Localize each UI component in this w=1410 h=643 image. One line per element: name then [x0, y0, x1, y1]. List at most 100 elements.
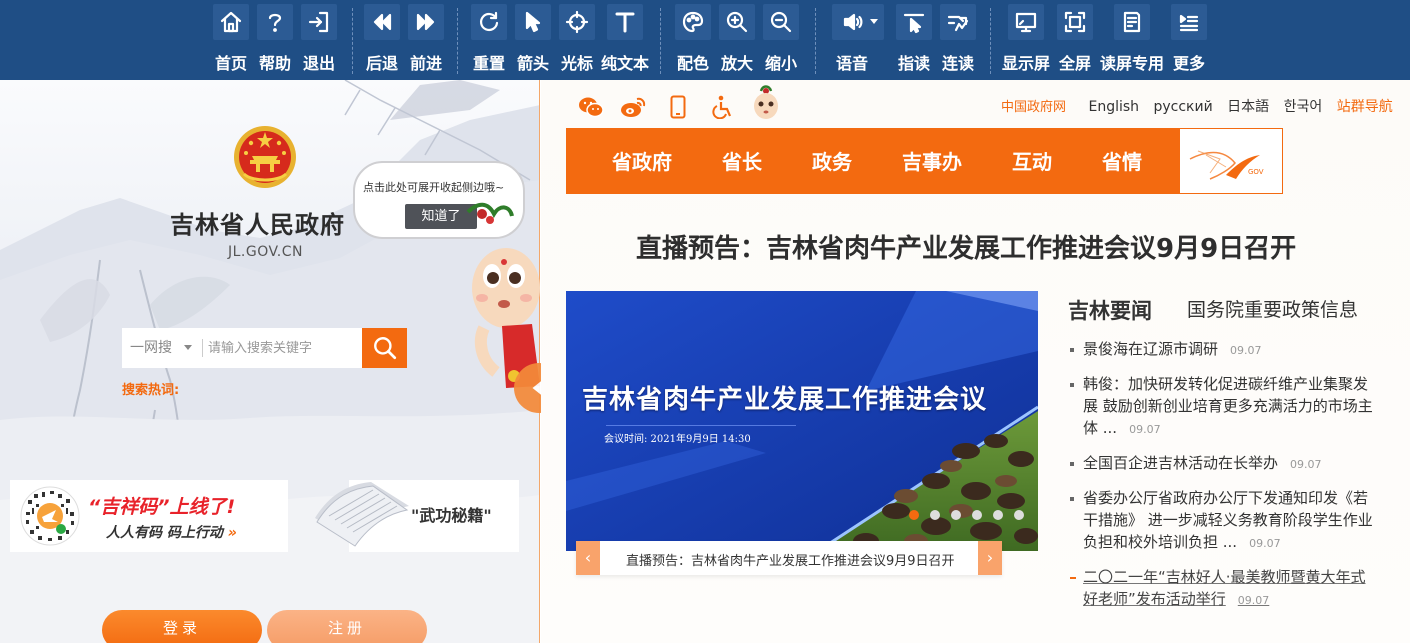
nav-item-jishiban[interactable]: 吉事办 — [902, 129, 962, 195]
carousel-next-button[interactable]: › — [978, 541, 1002, 575]
toolbar-continuous-read-button[interactable]: 连读 — [938, 4, 978, 76]
nav-item-government-affairs[interactable]: 政务 — [812, 129, 852, 195]
weibo-icon — [621, 97, 646, 117]
toolbar-fullscreen-button[interactable]: 全屏 — [1055, 4, 1095, 76]
more-icon — [1179, 14, 1199, 32]
toolbar-label: 纯文本 — [600, 54, 649, 73]
monitor-icon — [1015, 12, 1037, 33]
login-button[interactable]: 登录 — [102, 610, 262, 643]
tab-state-council-policy[interactable]: 国务院重要政策信息 — [1187, 295, 1358, 322]
news-title: 韩俊：加快研发转化促进碳纤维产业集聚发展 鼓励创新创业培育更多充满活力的市场主体… — [1083, 375, 1373, 437]
exit-icon — [308, 11, 329, 33]
banner-subtitle: 人人有码 码上行动 » — [106, 522, 237, 542]
toolbar-crosshair-button[interactable]: 光标 — [557, 4, 597, 76]
news-item[interactable]: 二〇二一年“吉林好人·最美教师暨黄大年式好老师”发布活动举行 09.07 — [1068, 566, 1380, 612]
chevron-down-icon — [184, 345, 192, 350]
main-content-panel: 中国政府网 English русский 日本語 한국어 站群导航 省政府 省… — [541, 80, 1410, 643]
banner-title: “吉祥码”上线了! — [88, 496, 236, 518]
register-button[interactable]: 注册 — [267, 610, 427, 643]
site-name: 吉林省人民政府 — [170, 211, 345, 239]
toolbar-exit-button[interactable]: 退出 — [299, 4, 339, 76]
wugong-guide-banner[interactable]: "武功秘籍" — [315, 480, 519, 552]
carousel-prev-button[interactable]: ‹ — [576, 541, 600, 575]
toolbar-label: 缩小 — [764, 54, 797, 73]
accessibility-icon — [712, 95, 732, 119]
news-date: 09.07 — [1230, 344, 1262, 357]
news-item[interactable]: 全国百企进吉林活动在长举办 09.07 — [1068, 452, 1380, 476]
toolbar-label: 更多 — [1172, 54, 1205, 73]
search-button[interactable] — [362, 328, 407, 368]
point-read-icon — [903, 13, 925, 34]
carousel-dot[interactable] — [972, 510, 982, 520]
wechat-share-button[interactable] — [577, 93, 605, 121]
back-icon — [373, 13, 392, 31]
nav-item-provincial-government[interactable]: 省政府 — [612, 129, 672, 195]
carousel-caption[interactable]: 直播预告：吉林省肉牛产业发展工作推进会议9月9日召开 — [626, 550, 955, 569]
nav-item-governor[interactable]: 省长 — [722, 129, 762, 195]
mobile-version-button[interactable] — [664, 93, 692, 121]
news-carousel[interactable]: 吉林省肉牛产业发展工作推进会议 会议时间: 2021年9月9日 14:30 — [566, 291, 1038, 551]
gov-logo: GOV — [1180, 129, 1282, 193]
toolbar-speech-button[interactable]: 语音 — [830, 4, 886, 76]
toolbar-screen-reader-button[interactable]: 读屏专用 — [1100, 4, 1164, 76]
toolbar-more-button[interactable]: 更多 — [1169, 4, 1209, 76]
crosshair-icon — [565, 10, 589, 34]
accessibility-toolbar: 首页 帮助 退出 后退 前进 重置 箭头 光标 纯文本 配色 放大 缩小 语音 … — [0, 0, 1410, 80]
weibo-share-button[interactable] — [619, 93, 647, 121]
news-title: 二〇二一年“吉林好人·最美教师暨黄大年式好老师”发布活动举行 — [1083, 568, 1366, 608]
help-icon — [268, 13, 282, 32]
toolbar-forward-button[interactable]: 前进 — [406, 4, 446, 76]
news-date: 09.07 — [1249, 537, 1281, 550]
accessibility-mode-button[interactable] — [709, 93, 737, 121]
toolbar-text-only-button[interactable]: 纯文本 — [601, 4, 649, 76]
headline-link[interactable]: 直播预告：吉林省肉牛产业发展工作推进会议9月9日召开 — [636, 228, 1296, 265]
search-divider — [202, 339, 203, 357]
lang-russian-link[interactable]: русский — [1153, 99, 1212, 115]
zoom-out-icon — [770, 11, 792, 33]
toolbar-label: 全屏 — [1058, 54, 1091, 73]
carousel-dot[interactable] — [909, 510, 919, 520]
carousel-slide-image — [566, 291, 1038, 551]
qr-code-icon — [20, 486, 80, 546]
forward-icon — [416, 13, 435, 31]
toolbar-separator — [815, 8, 816, 74]
carousel-dot[interactable] — [930, 510, 940, 520]
text-icon — [615, 12, 635, 33]
lang-english-link[interactable]: English — [1088, 99, 1139, 115]
search-icon — [373, 337, 396, 360]
search-input[interactable] — [208, 333, 358, 363]
speaker-icon — [843, 13, 863, 31]
jixiang-code-banner[interactable]: “吉祥码”上线了! 人人有码 码上行动 » — [10, 480, 288, 552]
lang-japanese-link[interactable]: 日本語 — [1227, 99, 1269, 115]
china-gov-link[interactable]: 中国政府网 — [1001, 100, 1066, 115]
screen-reader-icon — [1123, 11, 1141, 33]
toolbar-label: 退出 — [302, 54, 335, 73]
news-item[interactable]: 景俊海在辽源市调研 09.07 — [1068, 338, 1380, 362]
site-group-nav-link[interactable]: 站群导航 — [1337, 99, 1393, 115]
carousel-dot[interactable] — [951, 510, 961, 520]
carousel-caption-bar: ‹ 直播预告：吉林省肉牛产业发展工作推进会议9月9日召开 › — [576, 541, 1002, 575]
kid-mascot-button[interactable] — [749, 84, 783, 124]
news-date: 09.07 — [1290, 458, 1322, 471]
lang-korean-link[interactable]: 한국어 — [1284, 99, 1323, 115]
news-item[interactable]: 省委办公厅省政府办公厅下发通知印发《若干措施》 进一步减轻义务教育阶段学生作业负… — [1068, 487, 1380, 555]
carousel-dot[interactable] — [1014, 510, 1024, 520]
carousel-slide-time: 会议时间: 2021年9月9日 14:30 — [604, 434, 751, 445]
tab-jilin-news[interactable]: 吉林要闻 — [1068, 295, 1152, 325]
nav-item-interaction[interactable]: 互动 — [1012, 129, 1052, 195]
toolbar-display-button[interactable]: 显示屏 — [1002, 4, 1050, 76]
news-item[interactable]: 韩俊：加快研发转化促进碳纤维产业集聚发展 鼓励创新创业培育更多充满活力的市场主体… — [1068, 373, 1380, 441]
search-box: 一网搜 — [122, 328, 407, 368]
carousel-dot[interactable] — [993, 510, 1003, 520]
banner-title: "武功秘籍" — [411, 506, 492, 525]
kid-mascot-icon — [754, 85, 778, 119]
svg-text:GOV: GOV — [1248, 168, 1264, 176]
helper-mascot-illustration[interactable] — [462, 200, 542, 390]
fullscreen-icon — [1064, 11, 1086, 33]
toolbar-zoom-out-button[interactable]: 缩小 — [761, 4, 801, 76]
search-scope-select[interactable]: 一网搜 — [130, 328, 172, 368]
nav-item-province-info[interactable]: 省情 — [1102, 129, 1142, 195]
chevron-down-icon — [870, 19, 878, 24]
national-emblem-logo — [234, 126, 296, 188]
toolbar-separator — [990, 8, 991, 74]
